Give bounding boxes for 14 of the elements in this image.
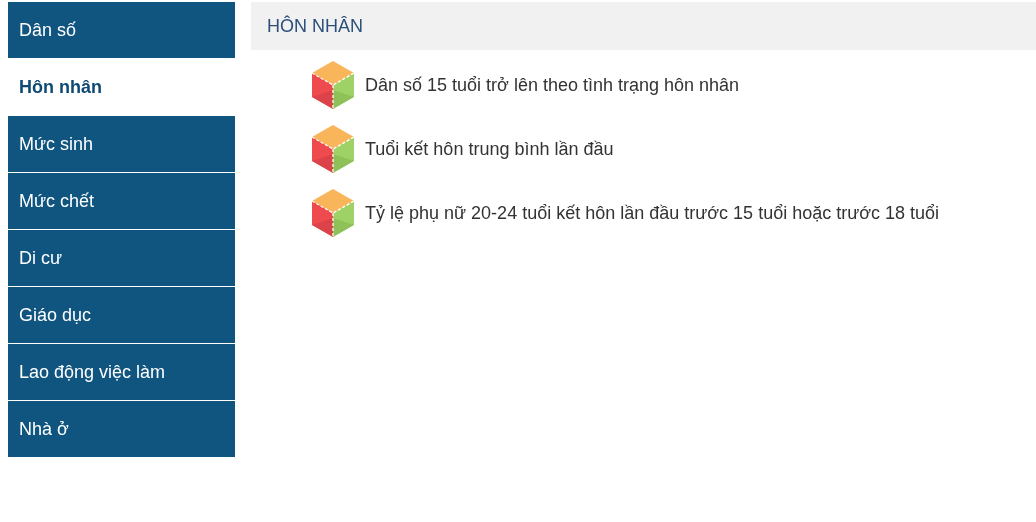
section-title: HÔN NHÂN	[267, 15, 363, 37]
sidebar-item[interactable]: Nhà ở	[8, 401, 235, 457]
report-link[interactable]: Tuổi kết hôn trung bình lần đầu	[365, 138, 614, 160]
report-link[interactable]: Dân số 15 tuổi trở lên theo tình trạng hôn nhân	[365, 74, 740, 96]
cube-icon	[311, 124, 355, 174]
sidebar-item[interactable]: Lao động việc làm	[8, 344, 235, 400]
sidebar-item[interactable]: Dân số	[8, 2, 235, 58]
sidebar-item[interactable]: Mức chết	[8, 173, 235, 229]
report-link[interactable]: Tỷ lệ phụ nữ 20-24 tuổi kết hôn lần đầu trước 15 tuổi hoặc trước 18 tuổi	[365, 202, 940, 224]
cube-icon	[311, 60, 355, 110]
sidebar-item[interactable]: Mức sinh	[8, 116, 235, 172]
cube-icon	[311, 188, 355, 238]
sidebar-item[interactable]: Giáo dục	[8, 287, 235, 343]
sidebar-item[interactable]: Di cư	[8, 230, 235, 286]
